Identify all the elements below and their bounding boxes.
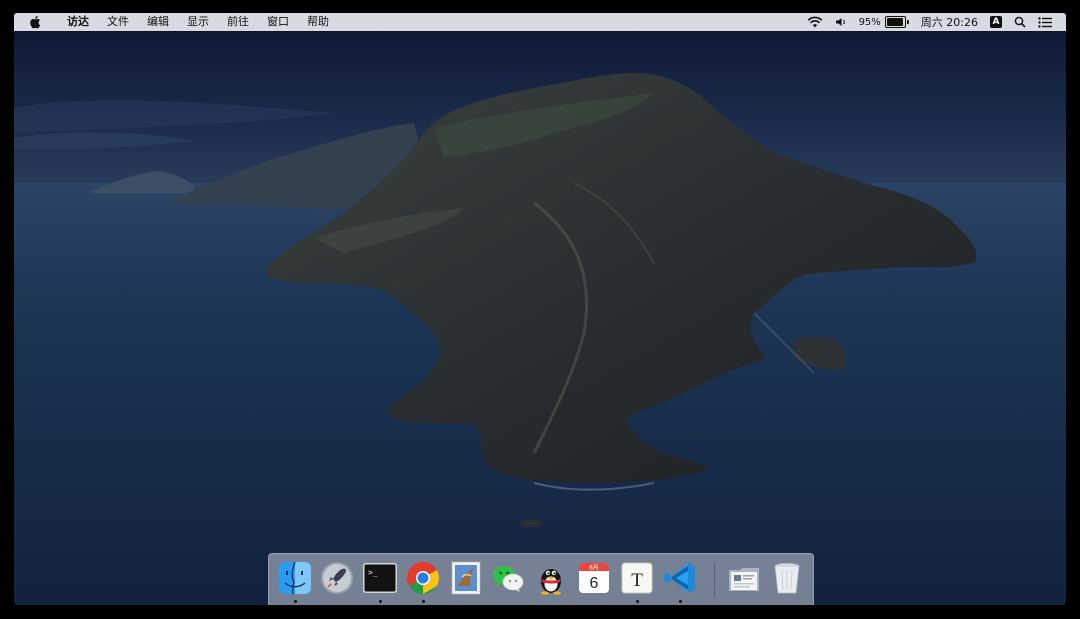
typora-icon[interactable]: T bbox=[619, 560, 655, 596]
finder-running-indicator bbox=[294, 600, 297, 603]
desktop: 访达 文件 编辑 显示 前往 窗口 帮助 95% 周六 20:26 A >_ 6… bbox=[14, 13, 1066, 605]
calendar-day: 6 bbox=[590, 575, 599, 592]
search-icon[interactable] bbox=[1014, 13, 1026, 31]
mail-stamp-icon[interactable] bbox=[448, 560, 484, 596]
calendar-month: 6月 bbox=[589, 565, 598, 572]
chrome-icon[interactable] bbox=[405, 560, 441, 596]
volume-icon[interactable] bbox=[835, 13, 847, 31]
menu-view[interactable]: 显示 bbox=[178, 13, 218, 31]
battery-icon bbox=[884, 16, 909, 28]
menu-finder[interactable]: 访达 bbox=[58, 13, 98, 31]
terminal-icon[interactable]: >_ bbox=[362, 560, 398, 596]
wifi-icon[interactable] bbox=[807, 13, 823, 31]
finder-icon[interactable] bbox=[277, 560, 313, 596]
menu-edit[interactable]: 编辑 bbox=[138, 13, 178, 31]
chrome-running-indicator bbox=[422, 600, 425, 603]
vscode-icon[interactable] bbox=[662, 560, 698, 596]
launchpad-icon[interactable] bbox=[319, 560, 355, 596]
menu-window[interactable]: 窗口 bbox=[258, 13, 298, 31]
terminal-running-indicator bbox=[379, 600, 382, 603]
notification-center-icon[interactable] bbox=[1038, 13, 1052, 31]
apple-logo-icon[interactable] bbox=[30, 15, 44, 29]
vscode-running-indicator bbox=[679, 600, 682, 603]
calendar-icon[interactable]: 6月 6 bbox=[576, 560, 612, 596]
wechat-icon[interactable] bbox=[490, 560, 526, 596]
clock[interactable]: 周六 20:26 bbox=[921, 13, 978, 31]
input-source-badge: A bbox=[990, 16, 1002, 28]
battery-status[interactable]: 95% bbox=[859, 13, 909, 31]
typora-running-indicator bbox=[636, 600, 639, 603]
typora-letter: T bbox=[631, 570, 643, 591]
dock-separator bbox=[714, 562, 715, 598]
wallpaper-catalina-island bbox=[14, 13, 1066, 605]
menu-go[interactable]: 前往 bbox=[218, 13, 258, 31]
dock: >_ 6月 6 T bbox=[268, 553, 814, 605]
menu-bar: 访达 文件 编辑 显示 前往 窗口 帮助 95% 周六 20:26 A bbox=[14, 13, 1066, 31]
trash-icon[interactable] bbox=[769, 560, 805, 596]
menu-help[interactable]: 帮助 bbox=[298, 13, 338, 31]
applications-folder-icon[interactable] bbox=[726, 560, 762, 596]
qq-penguin-icon[interactable] bbox=[533, 560, 569, 596]
terminal-prompt: >_ bbox=[368, 568, 378, 577]
input-source-icon[interactable]: A bbox=[990, 13, 1002, 31]
menu-file[interactable]: 文件 bbox=[98, 13, 138, 31]
battery-percent: 95% bbox=[858, 16, 881, 28]
